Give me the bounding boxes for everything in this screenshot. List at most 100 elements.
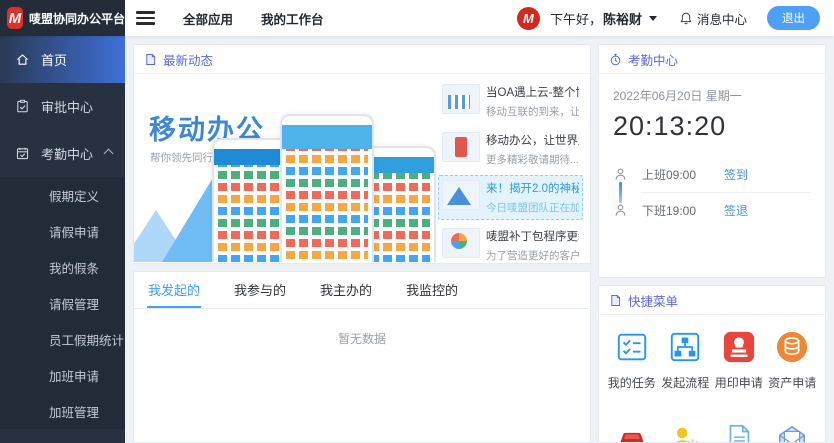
sidebar-item-label: 首页: [41, 50, 67, 69]
logo-m-icon: M: [7, 7, 23, 29]
attendance-body: 2022年06月20日 星期一 20:13:20 上班09:00 签到: [599, 74, 825, 228]
app-logo: M 唛盟协同办公平台: [0, 0, 125, 36]
news-title: 移动办公，让世界触手可: [486, 132, 579, 148]
news-body: 移动办公 帮你领先同行 把工作带出办公室: [134, 74, 590, 262]
news-thumbnail: [442, 228, 480, 258]
quick-menu-panel: 快捷菜单 我的任务: [598, 285, 826, 443]
sidebar-item-label: 考勤中心: [41, 144, 93, 163]
message-center-label: 消息中心: [697, 9, 747, 28]
news-title: 唛盟补丁包程序更新: [486, 228, 579, 244]
panel-title: 考勤中心: [628, 50, 678, 69]
phone-mockup: [212, 138, 290, 262]
user-menu[interactable]: 下午好， 陈裕财: [550, 9, 657, 28]
news-title: 来！揭开2.0的神秘面纱-: [486, 180, 579, 196]
news-thumbnail: [442, 180, 480, 210]
phone-mockup: [364, 146, 436, 262]
quick-item-vehicle-request[interactable]: 用车申请: [605, 423, 659, 443]
news-item[interactable]: 唛盟补丁包程序更新 为了营造更好的客户体验，唛: [438, 223, 583, 268]
quick-item-start-flow[interactable]: 发起流程: [659, 330, 713, 391]
app-title: 唛盟协同办公平台: [29, 10, 125, 27]
top-right-area: M 下午好， 陈裕财 消息中心 退出: [517, 6, 834, 30]
message-center-button[interactable]: 消息中心: [679, 9, 747, 28]
quick-menu-header: 快捷菜单: [599, 286, 825, 315]
nav-all-apps[interactable]: 全部应用: [183, 9, 233, 28]
username: 陈裕财: [603, 9, 642, 28]
latest-news-panel: 最新动态 移动办公 帮你领先同行 把工作带出办公室: [133, 44, 591, 264]
quick-item-seal-request[interactable]: 用印申请: [712, 330, 766, 391]
news-thumbnail: [442, 132, 480, 162]
quick-item-label: 用印申请: [715, 374, 763, 391]
quick-item-new-mail[interactable]: 新建邮件: [766, 423, 820, 443]
my-tasks-panel: 我发起的 我参与的 我主办的 我监控的 暂无数据: [133, 271, 591, 443]
home-icon: [15, 52, 30, 67]
sidebar-subitem-overtime-request[interactable]: 加班申请: [0, 357, 125, 393]
stopwatch-icon: [609, 53, 622, 66]
left-column: 最新动态 移动办公 帮你领先同行 把工作带出办公室: [133, 44, 591, 443]
sidebar-subitem-overtime-management[interactable]: 加班管理: [0, 393, 125, 429]
panel-title: 快捷菜单: [628, 291, 678, 310]
task-tabs: 我发起的 我参与的 我主办的 我监控的: [134, 272, 590, 309]
sidebar-subitem-holiday-definition[interactable]: 假期定义: [0, 177, 125, 213]
news-list: 当OA遇上云-整个协同OA 移动互联的到来，让OA与云 移动办公，让世界触手可 …: [438, 74, 590, 262]
right-column: 考勤中心 2022年06月20日 星期一 20:13:20 上班09:00: [598, 44, 826, 443]
news-item[interactable]: 当OA遇上云-整个协同OA 移动互联的到来，让OA与云: [438, 79, 583, 124]
news-item-selected[interactable]: 来！揭开2.0的神秘面纱- 今日唛盟团队正在加班加点，: [438, 175, 583, 220]
asset-icon: [775, 330, 809, 364]
latest-news-header: 最新动态: [134, 45, 590, 74]
promo-banner[interactable]: 移动办公 帮你领先同行 把工作带出办公室: [134, 74, 438, 262]
user-avatar[interactable]: M: [517, 7, 540, 30]
logout-button[interactable]: 退出: [767, 6, 820, 30]
news-item[interactable]: 移动办公，让世界触手可 更多精彩敬请期待.......: [438, 127, 583, 172]
attendance-clock: 20:13:20: [613, 111, 811, 142]
news-desc: 移动互联的到来，让OA与云: [486, 104, 579, 119]
meeting-icon: [668, 423, 702, 443]
top-nav: 全部应用 我的工作台: [183, 9, 324, 28]
top-bar: M 唛盟协同办公平台 全部应用 我的工作台 M 下午好， 陈裕财 消息中心 退出: [0, 0, 834, 36]
quick-item-asset-request[interactable]: 资产申请: [766, 330, 820, 391]
check-in-link[interactable]: 签到: [724, 166, 748, 183]
greeting-text: 下午好，: [550, 9, 602, 28]
stamp-icon: [722, 330, 756, 364]
quick-item-label: 资产申请: [768, 374, 816, 391]
quick-item-my-tasks[interactable]: 我的任务: [605, 330, 659, 391]
attendance-records: 上班09:00 签到 下班19:00 签退: [613, 156, 811, 228]
document-icon: [144, 53, 157, 66]
news-desc: 更多精彩敬请期待.......: [486, 152, 579, 167]
check-out-link[interactable]: 签退: [724, 202, 748, 219]
sidebar: 首页 审批中心 考勤中心 假期定义 请假申请 我的假条 请假管理 员工假期统计 …: [0, 36, 125, 443]
start-flow-icon: [668, 330, 702, 364]
attendance-date: 2022年06月20日 星期一: [613, 87, 811, 104]
sidebar-subitem-employee-holiday-stats[interactable]: 员工假期统计: [0, 321, 125, 357]
sidebar-subitem-my-leave-notes[interactable]: 我的假条: [0, 249, 125, 285]
menu-collapse-icon[interactable]: [136, 8, 155, 28]
tab-participated-by-me[interactable]: 我参与的: [233, 272, 287, 308]
quick-item-new-contract[interactable]: 新建合同: [712, 423, 766, 443]
chevron-up-icon: [104, 149, 114, 159]
quick-item-label: 发起流程: [661, 374, 709, 391]
nav-my-workbench[interactable]: 我的工作台: [261, 9, 324, 28]
attendance-record-checkin: 上班09:00 签到: [613, 156, 811, 192]
quick-item-meeting-request[interactable]: 会议申请: [659, 423, 713, 443]
quick-item-label: 我的任务: [608, 374, 656, 391]
sidebar-item-attendance-center[interactable]: 考勤中心: [0, 130, 125, 177]
approval-icon: [15, 99, 30, 114]
sidebar-item-home[interactable]: 首页: [0, 36, 125, 83]
sidebar-subitem-leave-management[interactable]: 请假管理: [0, 285, 125, 321]
quick-menu-grid: 我的任务 发起流程: [599, 315, 825, 443]
person-icon: [613, 203, 628, 218]
sidebar-subitem-leave-request[interactable]: 请假申请: [0, 213, 125, 249]
timeline-line: [619, 182, 622, 204]
main-content: 最新动态 移动办公 帮你领先同行 把工作带出办公室: [125, 36, 834, 443]
sidebar-item-label: 审批中心: [41, 97, 93, 116]
phone-mockup: [280, 114, 374, 262]
tasks-icon: [615, 330, 649, 364]
mail-icon: [775, 423, 809, 443]
car-icon: [615, 423, 649, 443]
tab-monitored-by-me[interactable]: 我监控的: [405, 272, 459, 308]
tab-initiated-by-me[interactable]: 我发起的: [147, 272, 201, 308]
tab-hosted-by-me[interactable]: 我主办的: [319, 272, 373, 308]
document-icon: [609, 294, 622, 307]
person-icon: [613, 167, 628, 182]
news-title: 当OA遇上云-整个协同OA: [486, 84, 579, 100]
sidebar-item-approval-center[interactable]: 审批中心: [0, 83, 125, 130]
